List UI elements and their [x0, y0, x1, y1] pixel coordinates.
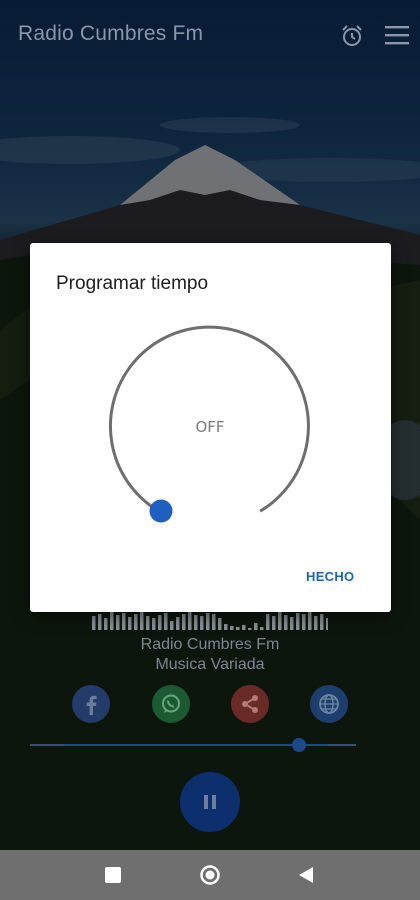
equalizer-bar [290, 617, 294, 630]
equalizer-bar [248, 628, 252, 630]
hamburger-menu-icon[interactable] [385, 24, 409, 46]
equalizer-bar [92, 616, 96, 630]
equalizer-bar [206, 613, 210, 630]
equalizer-bar [308, 612, 312, 630]
equalizer-bar [326, 618, 328, 630]
equalizer-bar [236, 627, 240, 630]
done-button[interactable]: HECHO [306, 569, 354, 584]
equalizer-bar [164, 613, 168, 630]
equalizer-bar [122, 613, 126, 630]
equalizer-bar [182, 614, 186, 630]
equalizer-bar [314, 616, 318, 630]
equalizer-bar [158, 615, 162, 630]
equalizer-bar [152, 618, 156, 630]
equalizer-bar [146, 616, 150, 630]
alarm-clock-icon[interactable] [340, 24, 364, 48]
whatsapp-icon [162, 694, 180, 713]
equalizer-bar [200, 616, 204, 630]
equalizer-bar [242, 625, 246, 630]
equalizer-bar [284, 615, 288, 630]
equalizer-bar [116, 615, 120, 630]
equalizer-bar [170, 621, 174, 630]
equalizer-bar [230, 626, 234, 630]
equalizer-bar [224, 624, 228, 630]
app-title: Radio Cumbres Fm [18, 22, 204, 45]
dial-value: OFF [195, 418, 225, 436]
station-genre: Musica Variada [155, 656, 265, 673]
equalizer-bar [278, 612, 282, 630]
equalizer-bar [140, 612, 144, 630]
home-circle-icon[interactable] [199, 864, 221, 886]
app-bar: Radio Cumbres Fm [0, 0, 420, 70]
slider-thumb[interactable] [292, 738, 306, 752]
dial-handle[interactable] [149, 499, 173, 523]
facebook-button[interactable] [72, 685, 110, 723]
equalizer-bar [320, 614, 324, 630]
volume-slider[interactable] [30, 738, 356, 752]
equalizer-bar [104, 618, 108, 630]
equalizer-bar [98, 614, 102, 630]
schedule-timer-dialog: Programar tiempo OFF HECHO [30, 243, 391, 612]
facebook-icon [86, 695, 97, 715]
equalizer-bar [272, 616, 276, 630]
equalizer-bar [134, 614, 138, 630]
equalizer-bar [212, 614, 216, 630]
equalizer-bar [128, 617, 132, 630]
station-name: Radio Cumbres Fm [140, 636, 280, 653]
equalizer-bar [110, 612, 114, 630]
equalizer-bar [302, 614, 306, 630]
recents-square-icon[interactable] [105, 867, 121, 883]
back-triangle-icon[interactable] [297, 865, 315, 885]
whatsapp-button[interactable] [152, 685, 190, 723]
globe-icon [319, 694, 339, 714]
website-button[interactable] [310, 685, 348, 723]
slider-fill [64, 744, 328, 746]
equalizer-bar [296, 613, 300, 630]
equalizer-bar [218, 618, 222, 630]
equalizer-bar [266, 614, 270, 630]
pause-button[interactable] [180, 772, 240, 832]
pause-icon [204, 795, 216, 809]
share-button[interactable] [231, 685, 269, 723]
equalizer-bar [260, 627, 264, 630]
equalizer-bar [194, 615, 198, 630]
equalizer-bar [188, 612, 192, 630]
equalizer-visualizer [92, 612, 328, 630]
equalizer-bar [176, 617, 180, 630]
equalizer-bar [254, 623, 258, 630]
share-icon [242, 695, 258, 713]
